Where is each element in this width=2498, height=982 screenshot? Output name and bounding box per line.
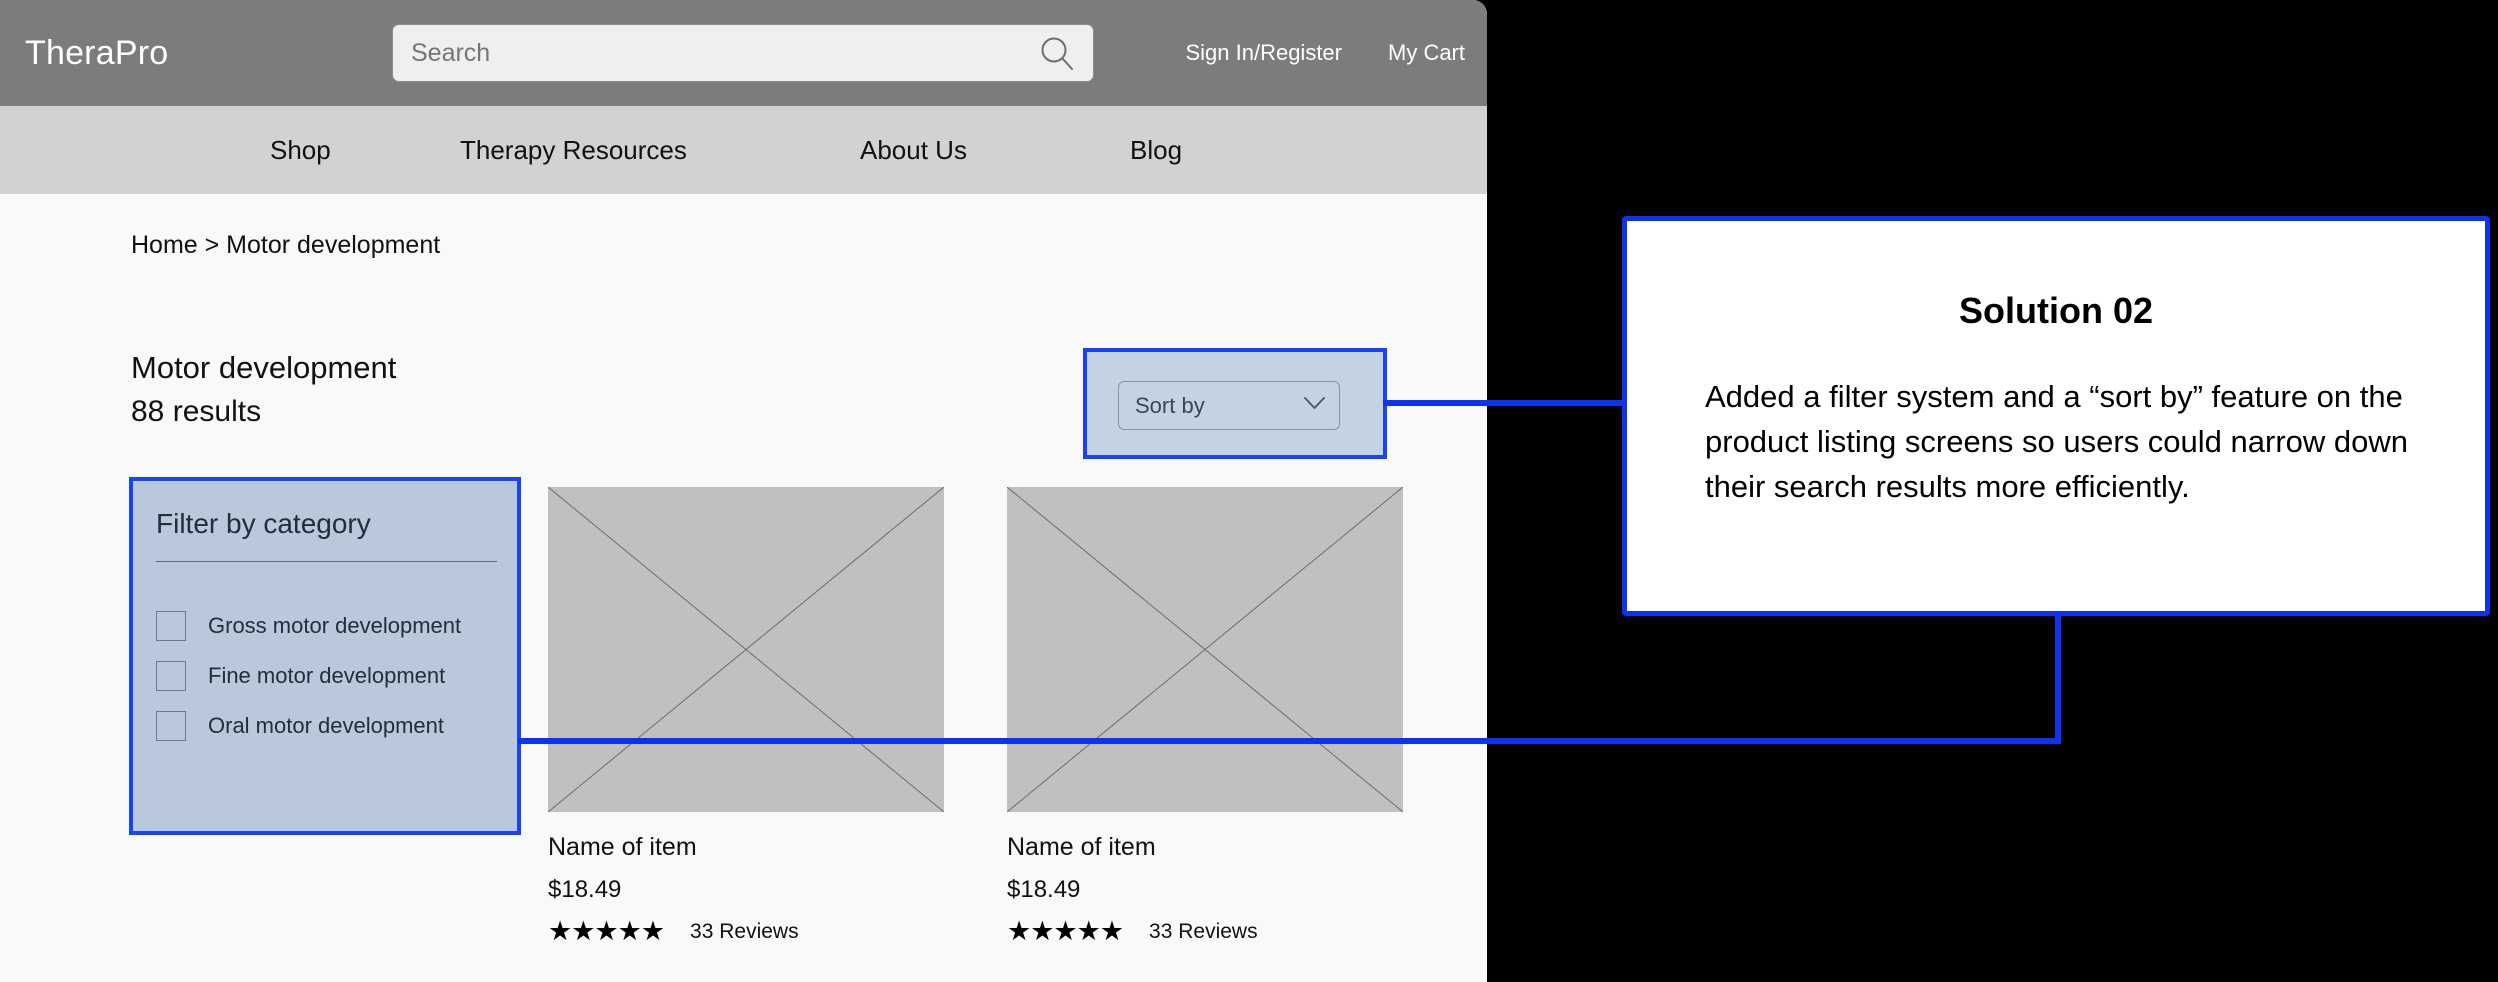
nav-item-about-us[interactable]: About Us (860, 134, 1130, 166)
page-title: Motor development (131, 350, 397, 385)
product-name[interactable]: Name of item (1007, 832, 1403, 862)
search-box[interactable] (392, 24, 1094, 82)
brand-logo[interactable]: TheraPro (25, 34, 168, 72)
site-header: TheraPro Sign In/Register My Cart (0, 0, 1487, 106)
sort-by-label: Sort by (1135, 393, 1205, 418)
filter-option-oral-motor[interactable]: Oral motor development (156, 701, 501, 751)
product-reviews-count[interactable]: 33 Reviews (690, 919, 799, 944)
checkbox-icon[interactable] (156, 661, 186, 691)
sort-by-select[interactable]: Sort by (1118, 381, 1340, 430)
search-input[interactable] (411, 25, 1011, 81)
product-grid: Name of item $18.49 ★★★★★ 33 Reviews Nam… (547, 486, 1404, 946)
search-icon[interactable] (1039, 36, 1075, 72)
callout-title: Solution 02 (1958, 290, 2153, 331)
product-price: $18.49 (1007, 876, 1081, 903)
filter-option-gross-motor[interactable]: Gross motor development (156, 601, 501, 651)
star-rating-icon: ★★★★★ (1007, 916, 1124, 946)
product-image-placeholder[interactable] (547, 486, 945, 813)
result-count: 88 results (131, 395, 262, 428)
chevron-down-icon[interactable] (1304, 397, 1325, 410)
sort-by-highlight: Sort by (1083, 348, 1387, 459)
filter-divider (156, 561, 497, 562)
product-reviews-count[interactable]: 33 Reviews (1149, 919, 1258, 944)
annotation-callout-solution-02: Solution 02 Added a filter system and a … (1622, 216, 2490, 616)
filter-option-fine-motor[interactable]: Fine motor development (156, 651, 501, 701)
wireframe-mockup-panel: TheraPro Sign In/Register My Cart Shop T… (0, 0, 1487, 982)
filter-option-label: Oral motor development (208, 713, 444, 738)
nav-item-blog[interactable]: Blog (1130, 134, 1182, 166)
nav-item-shop[interactable]: Shop (270, 134, 460, 166)
image-placeholder-cross-icon (547, 486, 945, 813)
filter-option-list: Gross motor development Fine motor devel… (156, 601, 501, 751)
filter-by-category-panel: Filter by category Gross motor developme… (129, 477, 521, 835)
filter-heading: Filter by category (156, 508, 371, 539)
star-rating-icon: ★★★★★ (548, 916, 665, 946)
checkbox-icon[interactable] (156, 611, 186, 641)
nav-item-therapy-resources[interactable]: Therapy Resources (460, 134, 860, 166)
product-price: $18.49 (548, 876, 622, 903)
nav-item-list: Shop Therapy Resources About Us Blog (270, 134, 1182, 166)
filter-option-label: Gross motor development (208, 613, 462, 638)
checkbox-icon[interactable] (156, 711, 186, 741)
product-rating-row: ★★★★★ 33 Reviews (548, 916, 944, 946)
sign-in-register-link[interactable]: Sign In/Register (1185, 40, 1342, 66)
product-card[interactable]: Name of item $18.49 ★★★★★ 33 Reviews (1006, 486, 1404, 946)
header-links: Sign In/Register My Cart (1185, 40, 1465, 66)
image-placeholder-cross-icon (1006, 486, 1404, 813)
callout-body: Added a filter system and a “sort by” fe… (1705, 379, 2409, 504)
main-nav-bar: Shop Therapy Resources About Us Blog (0, 106, 1487, 194)
product-rating-row: ★★★★★ 33 Reviews (1007, 916, 1403, 946)
product-card[interactable]: Name of item $18.49 ★★★★★ 33 Reviews (547, 486, 945, 946)
product-image-placeholder[interactable] (1006, 486, 1404, 813)
filter-option-label: Fine motor development (208, 663, 446, 688)
product-name[interactable]: Name of item (548, 832, 944, 862)
breadcrumb[interactable]: Home > Motor development (131, 230, 440, 260)
my-cart-link[interactable]: My Cart (1388, 40, 1465, 66)
